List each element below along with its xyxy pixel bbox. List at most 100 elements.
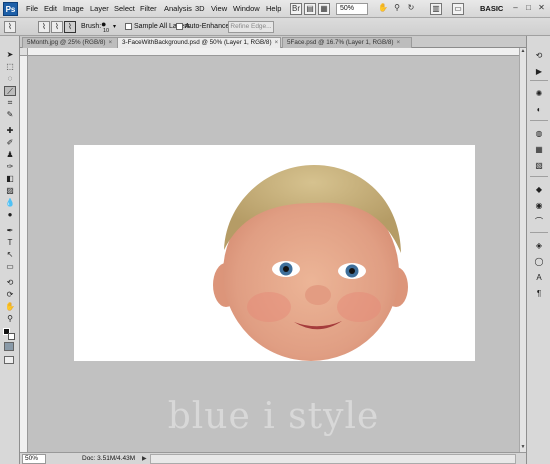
tool-preset-icon[interactable]: ⌇ (4, 21, 16, 33)
lasso-tool-icon[interactable]: ◌ (4, 74, 16, 84)
actions-panel-icon[interactable]: ▶ (533, 66, 545, 77)
move-tool-icon[interactable]: ➤ (4, 50, 16, 60)
close-tab-icon[interactable]: × (109, 39, 113, 46)
ruler-origin[interactable] (20, 48, 28, 56)
panel-dock: ⟲ ▶ ✺ ◐ ◍ ▦ ▧ ◆ ◉ ⌒ ◈ ◯ A ¶ (526, 36, 550, 464)
tab-label: 5Face.psd @ 16.7% (Layer 1, RGB/8) (287, 39, 394, 46)
vertical-scrollbar[interactable]: ▲ ▼ (519, 48, 526, 452)
crop-tool-icon[interactable]: ⌗ (4, 98, 16, 108)
styles-panel-icon[interactable]: ▧ (533, 160, 545, 171)
rotate-view-icon[interactable]: ↻ (405, 3, 417, 15)
tab-5month[interactable]: 5Month.jpg @ 25% (RGB/8) × (22, 37, 128, 48)
subtract-selection-icon[interactable]: ⌇ (64, 21, 76, 33)
eraser-tool-icon[interactable]: ◧ (4, 174, 16, 184)
history-brush-icon[interactable]: ✑ (4, 162, 16, 172)
menu-analysis[interactable]: Analysis (164, 4, 192, 13)
zoom-level-select[interactable]: 50% (336, 3, 368, 15)
hand-tool-icon[interactable]: ✋ (4, 302, 16, 312)
tab-5face[interactable]: 5Face.psd @ 16.7% (Layer 1, RGB/8) × (282, 37, 412, 48)
extras-icon[interactable]: ▦ (318, 3, 330, 15)
shape-tool-icon[interactable]: ▭ (4, 262, 16, 272)
dock-divider (530, 176, 548, 177)
close-tab-icon[interactable]: × (275, 39, 279, 46)
background-color-swatch[interactable] (8, 333, 15, 340)
marquee-tool-icon[interactable]: ⬚ (4, 62, 16, 72)
minimize-button[interactable]: – (510, 3, 521, 14)
paths-panel-icon[interactable]: ⌒ (533, 216, 545, 227)
watermark-text: blue i style (167, 396, 380, 437)
document-canvas[interactable] (74, 145, 475, 361)
add-to-selection-icon[interactable]: ⌇ (51, 21, 63, 33)
tools-panel: ➤ ⬚ ◌ ⟋ ⌗ ✎ ✚ ✐ ♟ ✑ ◧ ▨ 💧 ● ✒ T ↖ ▭ ⟲ ⟳ … (0, 36, 20, 464)
hand-icon[interactable]: ✋ (377, 3, 389, 15)
workspace-switcher[interactable]: BASIC (480, 4, 503, 13)
eyedropper-tool-icon[interactable]: ✎ (4, 110, 16, 120)
zoom-percentage-field[interactable]: 50% (22, 454, 46, 464)
clone-stamp-icon[interactable]: ♟ (4, 150, 16, 160)
masks-panel-icon[interactable]: ◐ (533, 104, 545, 115)
menu-image[interactable]: Image (63, 4, 84, 13)
arrange-documents-icon[interactable]: ▥ (430, 3, 442, 15)
tab-label: 3-FaceWithBackground.psd @ 50% (Layer 1,… (122, 39, 272, 46)
menu-help[interactable]: Help (266, 4, 281, 13)
quick-selection-tool-icon[interactable]: ⟋ (4, 86, 16, 96)
history-panel-icon[interactable]: ⟲ (533, 50, 545, 61)
screen-mode-toggle-icon[interactable] (4, 356, 14, 364)
horizontal-scrollbar[interactable] (150, 454, 516, 464)
blur-tool-icon[interactable]: 💧 (4, 198, 16, 208)
3d-orbit-icon[interactable]: ⟳ (4, 290, 16, 300)
dodge-tool-icon[interactable]: ● (4, 210, 16, 220)
menu-edit[interactable]: Edit (44, 4, 57, 13)
auto-enhance-label: Auto-Enhance (185, 23, 230, 30)
scroll-down-icon[interactable]: ▼ (520, 444, 526, 451)
close-button[interactable]: ✕ (536, 3, 547, 14)
tab-3-face-with-background[interactable]: 3-FaceWithBackground.psd @ 50% (Layer 1,… (117, 37, 281, 48)
baby-face-image (213, 165, 408, 361)
scroll-up-icon[interactable]: ▲ (520, 48, 526, 55)
photoshop-logo: Ps (3, 2, 18, 16)
menu-3d[interactable]: 3D (195, 4, 205, 13)
menu-window[interactable]: Window (233, 4, 260, 13)
menu-view[interactable]: View (211, 4, 227, 13)
swatches-panel-icon[interactable]: ▦ (533, 144, 545, 155)
maximize-button[interactable]: □ (523, 3, 534, 14)
minibridge-icon[interactable]: ▤ (304, 3, 316, 15)
refine-edge-button[interactable]: Refine Edge... (228, 21, 274, 33)
pen-tool-icon[interactable]: ✒ (4, 226, 16, 236)
options-bar: ⌇ ⌇ ⌇ ⌇ Brush: ● 10 ▾ Sample All Layers … (0, 18, 550, 36)
menu-filter[interactable]: Filter (140, 4, 157, 13)
path-selection-icon[interactable]: ↖ (4, 250, 16, 260)
gradient-tool-icon[interactable]: ▨ (4, 186, 16, 196)
quick-mask-icon[interactable] (4, 342, 14, 351)
document-workspace[interactable]: blue i style (28, 56, 519, 452)
zoom-tool-icon[interactable]: ⚲ (4, 314, 16, 324)
status-menu-arrow-icon[interactable]: ▶ (142, 455, 147, 462)
close-tab-icon[interactable]: × (397, 39, 401, 46)
new-selection-icon[interactable]: ⌇ (38, 21, 50, 33)
type-tool-icon[interactable]: T (4, 238, 16, 248)
vertical-ruler[interactable] (20, 56, 28, 452)
chevron-down-icon[interactable]: ▾ (113, 23, 116, 30)
layers-panel-icon[interactable]: ◆ (533, 184, 545, 195)
horizontal-ruler[interactable] (28, 48, 519, 56)
zoom-tool-icon[interactable]: ⚲ (391, 3, 403, 15)
channels-panel-icon[interactable]: ◉ (533, 200, 545, 211)
document-tab-bar: 5Month.jpg @ 25% (RGB/8) × 3-FaceWithBack… (20, 36, 526, 48)
menu-file[interactable]: File (26, 4, 38, 13)
screen-mode-icon[interactable]: ▭ (452, 3, 464, 15)
bridge-icon[interactable]: Br (290, 3, 302, 15)
menu-layer[interactable]: Layer (90, 4, 109, 13)
info-panel-icon[interactable]: ◯ (533, 256, 545, 267)
color-panel-icon[interactable]: ◍ (533, 128, 545, 139)
brush-tool-icon[interactable]: ✐ (4, 138, 16, 148)
menu-select[interactable]: Select (114, 4, 135, 13)
healing-brush-icon[interactable]: ✚ (4, 126, 16, 136)
paragraph-panel-icon[interactable]: ¶ (533, 288, 545, 299)
character-panel-icon[interactable]: A (533, 272, 545, 283)
3d-rotate-icon[interactable]: ⟲ (4, 278, 16, 288)
auto-enhance-checkbox[interactable] (176, 23, 183, 30)
3d-panel-icon[interactable]: ◈ (533, 240, 545, 251)
brush-label: Brush: (81, 23, 102, 30)
adjustments-panel-icon[interactable]: ✺ (533, 88, 545, 99)
sample-all-layers-checkbox[interactable] (125, 23, 132, 30)
